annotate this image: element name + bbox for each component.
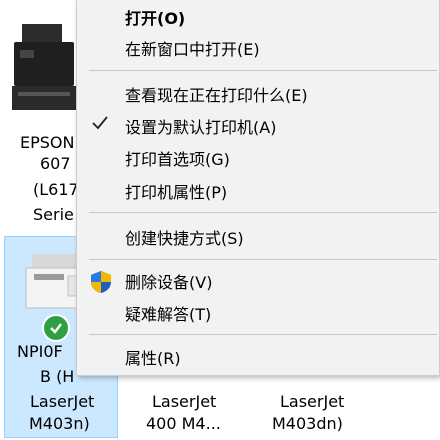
context-menu: 打开(O) 在新窗口中打开(E) 查看现在正在打印什么(E) 设置为默认打印机(… — [76, 0, 440, 376]
menu-item-label: 创建快捷方式(S) — [125, 229, 244, 248]
printer-icon — [25, 254, 84, 309]
menu-item-open-new-window[interactable]: 在新窗口中打开(E) — [77, 33, 439, 63]
menu-item-label: 疑难解答(T) — [125, 305, 212, 324]
menu-item-label: 设置为默认打印机(A) — [125, 118, 277, 137]
menu-item-label: 删除设备(V) — [125, 273, 213, 292]
device-name-line: LaserJet — [280, 392, 345, 411]
uac-shield-icon — [91, 271, 111, 293]
menu-item-open[interactable]: 打开(O) — [77, 2, 439, 32]
device-name-line: Serie — [33, 205, 74, 224]
menu-separator — [89, 212, 437, 213]
menu-item-label: 打印首选项(G) — [125, 150, 230, 169]
device-name-line: LaserJet — [30, 392, 95, 411]
menu-item-create-shortcut[interactable]: 创建快捷方式(S) — [77, 222, 439, 252]
menu-item-troubleshoot[interactable]: 疑难解答(T) — [77, 298, 439, 328]
device-name-line: LaserJet — [152, 392, 217, 411]
printer-icon — [12, 24, 76, 110]
default-printer-badge — [42, 314, 70, 342]
checkmark-icon — [91, 114, 109, 137]
menu-separator — [89, 334, 437, 335]
menu-item-label: 在新窗口中打开(E) — [125, 40, 260, 59]
device-name-line: M403dn) — [272, 414, 343, 433]
checkmark-icon — [50, 323, 62, 334]
menu-item-remove-device[interactable]: 删除设备(V) — [77, 266, 439, 296]
menu-item-see-printing[interactable]: 查看现在正在打印什么(E) — [77, 79, 439, 109]
device-name-line: 400 M4... — [146, 414, 221, 433]
device-name-line: B (H — [40, 367, 75, 386]
menu-item-printing-preferences[interactable]: 打印首选项(G) — [77, 143, 439, 173]
device-name-line: 607 — [40, 154, 71, 173]
menu-separator — [89, 259, 437, 260]
menu-item-label: 查看现在正在打印什么(E) — [125, 86, 308, 105]
device-name-line: M403n) — [29, 414, 90, 433]
menu-item-label: 打开(O) — [125, 9, 186, 28]
device-name-line: NPI0F — [17, 342, 63, 361]
menu-item-printer-properties[interactable]: 打印机属性(P) — [77, 176, 439, 206]
menu-separator — [89, 70, 437, 71]
device-name-line: (L617 — [33, 180, 79, 199]
device-name-line: EPSON — [20, 133, 75, 152]
menu-item-label: 打印机属性(P) — [125, 183, 228, 202]
menu-item-label: 属性(R) — [125, 349, 181, 368]
menu-item-set-default[interactable]: 设置为默认打印机(A) — [77, 111, 439, 141]
menu-item-properties[interactable]: 属性(R) — [77, 342, 439, 372]
